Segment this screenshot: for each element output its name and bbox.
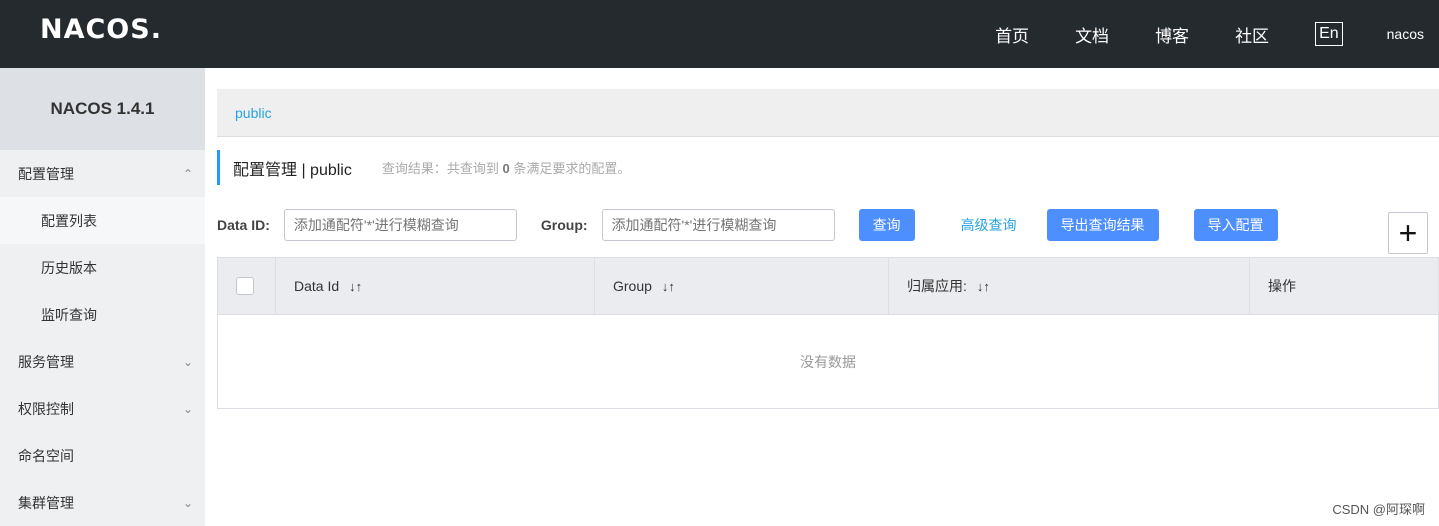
sidebar-item-permission-control[interactable]: 权限控制 ⌄: [0, 385, 205, 432]
nav-home[interactable]: 首页: [995, 22, 1029, 47]
column-label: 归属应用:: [907, 278, 967, 294]
column-label: 操作: [1268, 278, 1296, 294]
select-all-checkbox[interactable]: [236, 277, 254, 295]
dataid-input[interactable]: [283, 209, 517, 241]
sidebar-item-namespace[interactable]: 命名空间: [0, 432, 205, 479]
query-summary: 查询结果：共查询到 0 条满足要求的配置。: [382, 158, 631, 177]
sidebar-item-label: 配置管理: [18, 165, 74, 182]
sidebar-item-label: 命名空间: [18, 447, 74, 464]
chevron-down-icon: ⌄: [182, 354, 193, 369]
sidebar-item-listener-query[interactable]: 监听查询: [0, 291, 205, 338]
main-content: public 配置管理 | public 查询结果：共查询到 0 条满足要求的配…: [205, 68, 1439, 526]
sidebar-item-config-management[interactable]: 配置管理 ⌃: [0, 150, 205, 197]
summary-prefix: 查询结果：共查询到: [381, 161, 499, 176]
watermark: CSDN @阿琛啊: [1332, 502, 1425, 517]
column-app[interactable]: 归属应用: ↓↑: [889, 258, 1250, 314]
column-group[interactable]: Group ↓↑: [595, 258, 889, 314]
column-label: Group: [613, 278, 652, 294]
top-nav: 首页 文档 博客 社区 En nacos: [995, 0, 1439, 68]
sidebar-item-history[interactable]: 历史版本: [0, 244, 205, 291]
sidebar-item-service-management[interactable]: 服务管理 ⌄: [0, 338, 205, 385]
sidebar-item-cluster-management[interactable]: 集群管理 ⌄: [0, 479, 205, 526]
sidebar-item-label: 监听查询: [41, 306, 97, 323]
sidebar-item-label: 服务管理: [18, 353, 74, 370]
chevron-up-icon: ⌃: [182, 166, 193, 181]
sidebar-item-config-list[interactable]: 配置列表: [0, 197, 205, 244]
advanced-query-link[interactable]: 高级查询: [961, 215, 1017, 235]
query-button[interactable]: 查询: [858, 209, 915, 241]
filter-row: Data ID: Group: 查询 高级查询 导出查询结果 导入配置: [217, 208, 1439, 242]
summary-suffix: 条满足要求的配置。: [513, 161, 631, 176]
export-button[interactable]: 导出查询结果: [1046, 209, 1159, 241]
namespace-link-public[interactable]: public: [235, 105, 272, 121]
column-data-id[interactable]: Data Id ↓↑: [276, 258, 595, 314]
sidebar-item-label: 历史版本: [41, 259, 97, 276]
sidebar: NACOS 1.4.1 配置管理 ⌃ 配置列表 历史版本 监听查询 服务管理 ⌄…: [0, 68, 205, 526]
top-navbar: NACOS. 首页 文档 博客 社区 En nacos: [0, 0, 1439, 68]
sidebar-item-label: 集群管理: [18, 494, 74, 511]
sort-icon[interactable]: ↓↑: [662, 279, 675, 294]
column-actions: 操作: [1250, 258, 1438, 314]
nav-docs[interactable]: 文档: [1075, 22, 1109, 47]
nav-community[interactable]: 社区: [1235, 22, 1269, 47]
import-config-button[interactable]: 导入配置: [1193, 209, 1278, 241]
column-label: Data Id: [294, 278, 340, 294]
language-switch-button[interactable]: En: [1315, 22, 1343, 46]
page-title-row: 配置管理 | public 查询结果：共查询到 0 条满足要求的配置。: [217, 150, 630, 185]
add-config-button[interactable]: +: [1388, 212, 1428, 254]
sort-icon[interactable]: ↓↑: [349, 279, 362, 294]
user-menu[interactable]: nacos: [1387, 26, 1424, 42]
select-all-cell: [218, 258, 276, 314]
dataid-label: Data ID:: [217, 217, 270, 233]
config-table: Data Id ↓↑ Group ↓↑ 归属应用: ↓↑ 操作 没有数据: [217, 257, 1439, 409]
version-label: NACOS 1.4.1: [0, 68, 205, 150]
group-label: Group:: [540, 217, 588, 233]
plus-icon: +: [1398, 215, 1418, 251]
sidebar-item-label: 权限控制: [18, 400, 74, 417]
chevron-down-icon: ⌄: [182, 495, 193, 510]
chevron-down-icon: ⌄: [182, 401, 193, 416]
result-count: 0: [502, 161, 510, 176]
namespace-bar: public: [217, 89, 1439, 137]
table-header: Data Id ↓↑ Group ↓↑ 归属应用: ↓↑ 操作: [218, 258, 1438, 314]
nacos-logo[interactable]: NACOS.: [40, 14, 162, 45]
page-title: 配置管理 | public: [233, 161, 352, 179]
group-input[interactable]: [601, 209, 835, 241]
empty-state: 没有数据: [218, 314, 1438, 408]
sidebar-item-label: 配置列表: [41, 212, 97, 229]
sort-icon[interactable]: ↓↑: [977, 279, 990, 294]
nav-blog[interactable]: 博客: [1155, 22, 1189, 47]
